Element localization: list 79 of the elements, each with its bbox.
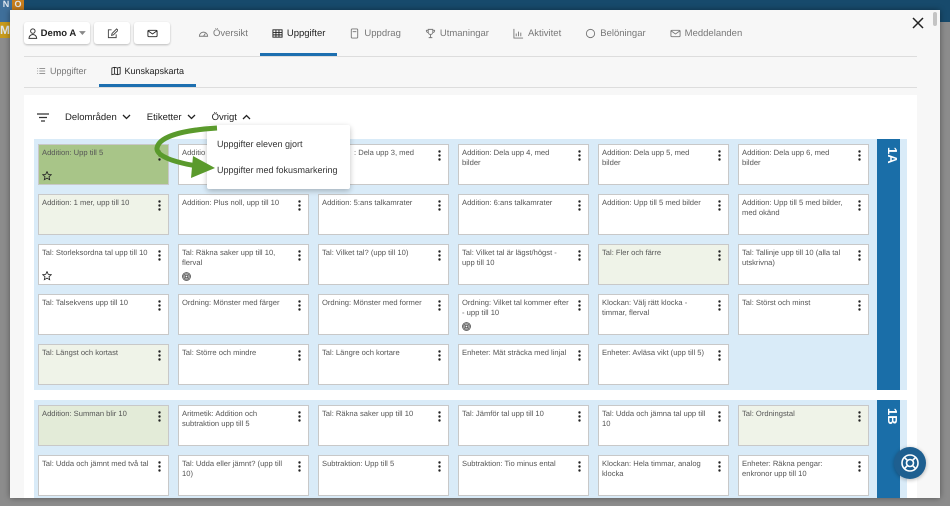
sub-tab[interactable]: Uppgifter — [24, 57, 99, 87]
more-icon[interactable] — [438, 250, 441, 261]
more-icon[interactable] — [298, 200, 301, 211]
scrollbar-thumb[interactable] — [933, 12, 937, 26]
more-icon[interactable] — [718, 250, 721, 261]
more-icon[interactable] — [578, 461, 581, 472]
more-icon[interactable] — [438, 200, 441, 211]
more-icon[interactable] — [858, 150, 861, 161]
lifebuoy-icon — [900, 453, 920, 473]
close-button[interactable] — [910, 15, 926, 31]
more-icon[interactable] — [578, 150, 581, 161]
close-icon — [910, 15, 926, 31]
more-icon[interactable] — [298, 250, 301, 261]
filter-dropdown[interactable]: Delområden — [65, 112, 131, 122]
more-icon[interactable] — [858, 461, 861, 472]
more-icon[interactable] — [438, 300, 441, 311]
more-icon[interactable] — [158, 350, 161, 361]
more-icon[interactable] — [578, 200, 581, 211]
chevron-icon — [186, 114, 196, 120]
filter-icon[interactable] — [37, 112, 49, 122]
more-icon[interactable] — [158, 200, 161, 211]
nav-tab[interactable]: Utmaningar — [412, 10, 501, 56]
book-icon — [349, 28, 360, 38]
more-icon[interactable] — [718, 200, 721, 211]
nav-tab[interactable]: Aktivitet — [500, 10, 574, 56]
bar-chart-icon — [512, 28, 524, 38]
more-icon[interactable] — [578, 411, 581, 422]
grade-label: 1B — [877, 400, 900, 498]
menu-item[interactable]: Uppgifter eleven gjort — [207, 131, 313, 157]
more-icon[interactable] — [858, 250, 861, 261]
more-icon[interactable] — [718, 150, 721, 161]
nav-tab[interactable]: Uppdrag — [337, 10, 413, 56]
more-icon[interactable] — [578, 250, 581, 261]
more-icon[interactable] — [858, 200, 861, 211]
circle-icon — [585, 28, 596, 38]
more-icon[interactable] — [438, 350, 441, 361]
more-icon[interactable] — [438, 150, 441, 161]
list-icon — [36, 66, 46, 76]
more-icon[interactable] — [578, 300, 581, 311]
sub-tab[interactable]: Kunskapskarta — [98, 57, 196, 87]
trophy-icon — [424, 28, 436, 38]
more-icon[interactable] — [718, 350, 721, 361]
more-icon[interactable] — [718, 411, 721, 422]
more-icon[interactable] — [298, 350, 301, 361]
nav-tab[interactable]: Belöningar — [573, 10, 658, 56]
more-icon[interactable] — [158, 461, 161, 472]
more-icon[interactable] — [158, 411, 161, 422]
more-icon[interactable] — [718, 461, 721, 472]
more-icon[interactable] — [438, 461, 441, 472]
more-icon[interactable] — [578, 350, 581, 361]
chevron-icon — [122, 114, 131, 120]
more-icon[interactable] — [298, 300, 301, 311]
more-icon[interactable] — [158, 300, 161, 311]
table-icon — [272, 28, 283, 38]
map-icon — [110, 66, 121, 76]
nav-tab[interactable]: Översikt — [186, 10, 260, 56]
user-dropdown[interactable]: Demo A — [24, 22, 90, 44]
message-button[interactable] — [134, 22, 170, 44]
logo-tile: N — [0, 0, 12, 22]
caret-icon — [79, 31, 86, 35]
more-icon[interactable] — [158, 250, 161, 261]
edit-icon — [106, 28, 118, 38]
nav-tab[interactable]: Uppgifter — [260, 10, 338, 56]
more-icon[interactable] — [718, 300, 721, 311]
person-icon — [28, 28, 38, 38]
logo-tile: M — [0, 22, 10, 38]
more-icon[interactable] — [438, 411, 441, 422]
more-icon[interactable] — [858, 411, 861, 422]
grade-label: 1A — [877, 139, 900, 390]
nav-tab[interactable]: Meddelanden — [658, 10, 754, 56]
filter-dropdown[interactable]: Övrigt — [212, 112, 251, 122]
chevron-icon — [242, 114, 251, 120]
mail-icon — [670, 28, 681, 38]
more-icon[interactable] — [858, 300, 861, 311]
more-icon[interactable] — [298, 411, 301, 422]
filter-dropdown[interactable]: Etiketter — [146, 112, 196, 122]
edit-button[interactable] — [94, 22, 130, 44]
more-icon[interactable] — [298, 461, 301, 472]
mail-icon — [146, 28, 158, 38]
